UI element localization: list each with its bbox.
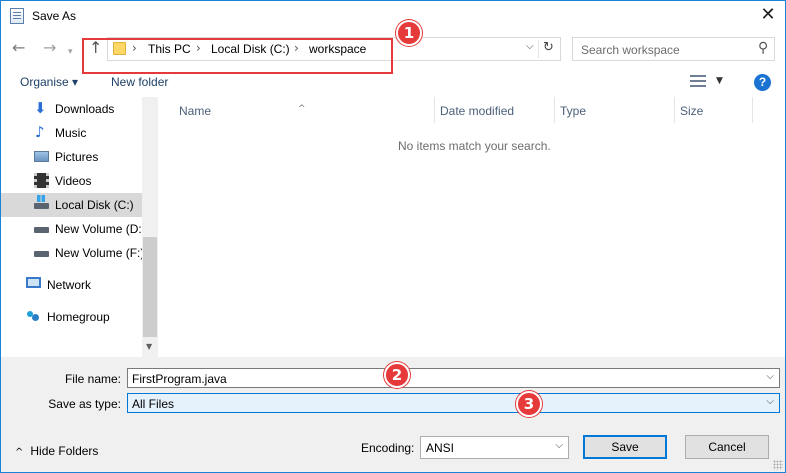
encoding-value[interactable]: ANSI — [426, 441, 454, 455]
videos-icon — [34, 173, 49, 188]
sidebar-item-label: Network — [47, 278, 92, 292]
forward-arrow-icon[interactable]: → — [43, 39, 56, 57]
navigation-pane: ⬇ Downloads ♪ Music Pictures Videos Loca… — [1, 97, 158, 357]
encoding-select[interactable]: ANSI ⌵ — [420, 436, 569, 459]
column-header-label: Name — [179, 104, 212, 118]
file-name-label: File name: — [64, 372, 121, 386]
sidebar-item-label: New Volume (D: — [55, 222, 141, 236]
column-header-label: Date modified — [440, 104, 515, 118]
file-name-value[interactable]: FirstProgram.java — [132, 372, 227, 386]
sort-ascending-icon: ^ — [298, 104, 306, 114]
cancel-button[interactable]: Cancel — [685, 435, 769, 459]
view-details-icon[interactable] — [690, 75, 706, 87]
sidebar-item-label: Music — [55, 126, 87, 140]
column-header-label: Size — [680, 104, 704, 118]
sidebar-item-label: New Volume (F:) — [55, 246, 142, 260]
window-title: Save As — [32, 9, 77, 23]
organise-menu-button[interactable]: Organise ▾ — [20, 75, 78, 89]
search-input[interactable]: Search workspace — [581, 43, 680, 57]
column-divider[interactable] — [752, 97, 753, 123]
column-header-type[interactable]: Type — [555, 97, 675, 123]
sidebar-item-downloads[interactable]: ⬇ Downloads — [1, 97, 142, 121]
column-header-label: Type — [560, 104, 587, 118]
chevron-down-icon[interactable]: ⌵ — [766, 396, 774, 407]
chevron-down-icon[interactable]: ⌵ — [555, 440, 563, 451]
hide-folders-button[interactable]: ^ Hide Folders — [15, 444, 98, 458]
view-dropdown-icon[interactable]: ▼ — [716, 76, 723, 86]
command-bar: Organise ▾ New folder ▼ ? — [1, 69, 785, 97]
resize-grip[interactable] — [773, 460, 783, 470]
column-header-size[interactable]: Size — [675, 97, 753, 123]
drive-icon — [34, 251, 49, 257]
save-as-type-select[interactable]: All Files ⌵ — [127, 393, 780, 413]
sidebar-item-label: Local Disk (C:) — [55, 198, 134, 212]
save-button[interactable]: Save — [583, 435, 667, 459]
download-icon: ⬇ — [34, 99, 47, 117]
annotation-badge-3: 3 — [516, 391, 542, 417]
address-history-chevron-icon[interactable]: ⌵ — [526, 41, 534, 52]
scroll-down-icon[interactable]: ▼ — [146, 342, 152, 351]
column-header-name[interactable]: Name ^ — [158, 97, 435, 123]
empty-list-message: No items match your search. — [398, 139, 551, 153]
refresh-icon[interactable]: ↻ — [543, 40, 554, 55]
sidebar-item-music[interactable]: ♪ Music — [1, 121, 142, 145]
help-icon[interactable]: ? — [754, 74, 771, 91]
sidebar-item-videos[interactable]: Videos — [1, 169, 142, 193]
hide-folders-label: Hide Folders — [30, 444, 99, 458]
back-arrow-icon[interactable]: ← — [12, 39, 25, 57]
address-divider — [538, 40, 539, 58]
annotation-badge-2: 2 — [384, 362, 410, 388]
search-box[interactable]: Search workspace ⚲ — [572, 37, 775, 61]
sidebar-item-pictures[interactable]: Pictures — [1, 145, 142, 169]
sidebar-item-new-volume-f[interactable]: New Volume (F:) — [1, 241, 142, 265]
search-icon[interactable]: ⚲ — [758, 40, 768, 56]
drive-icon — [34, 195, 49, 209]
close-button[interactable]: ✕ — [751, 1, 785, 31]
music-icon: ♪ — [35, 123, 45, 141]
sidebar-item-label: Pictures — [55, 150, 99, 164]
file-list: Name ^ Date modified Type Size No items … — [158, 97, 785, 357]
file-name-field[interactable]: FirstProgram.java ⌵ — [127, 368, 780, 388]
chevron-down-icon[interactable]: ⌵ — [766, 371, 774, 382]
sidebar-item-label: Homegroup — [47, 310, 110, 324]
network-icon — [26, 277, 41, 288]
sidebar-item-label: Downloads — [55, 102, 115, 116]
sidebar-scrollbar[interactable]: ▼ — [142, 97, 158, 357]
scrollbar-thumb[interactable] — [143, 237, 157, 337]
encoding-label: Encoding: — [361, 441, 415, 455]
save-as-dialog: Save As ✕ ← → ▾ ↑ › This PC › Local Disk… — [0, 0, 786, 473]
sidebar-item-new-volume-d[interactable]: New Volume (D: — [1, 217, 142, 241]
save-as-type-value[interactable]: All Files — [132, 397, 174, 411]
drive-icon — [34, 227, 49, 233]
notepad-icon — [10, 8, 24, 24]
chevron-up-icon: ^ — [15, 447, 24, 458]
recent-locations-chevron-icon[interactable]: ▾ — [68, 43, 73, 61]
save-as-type-label: Save as type: — [48, 397, 121, 411]
homegroup-icon — [26, 309, 41, 324]
new-folder-button[interactable]: New folder — [111, 75, 168, 89]
title-bar: Save As ✕ — [1, 1, 785, 31]
sidebar-item-label: Videos — [55, 174, 92, 188]
annotation-badge-1: 1 — [396, 20, 422, 46]
sidebar-item-homegroup[interactable]: Homegroup — [1, 305, 142, 329]
sidebar-item-local-disk-c[interactable]: Local Disk (C:) — [1, 193, 142, 217]
sidebar-item-network[interactable]: Network — [1, 273, 142, 297]
pictures-icon — [34, 151, 49, 162]
column-header-date-modified[interactable]: Date modified — [435, 97, 555, 123]
